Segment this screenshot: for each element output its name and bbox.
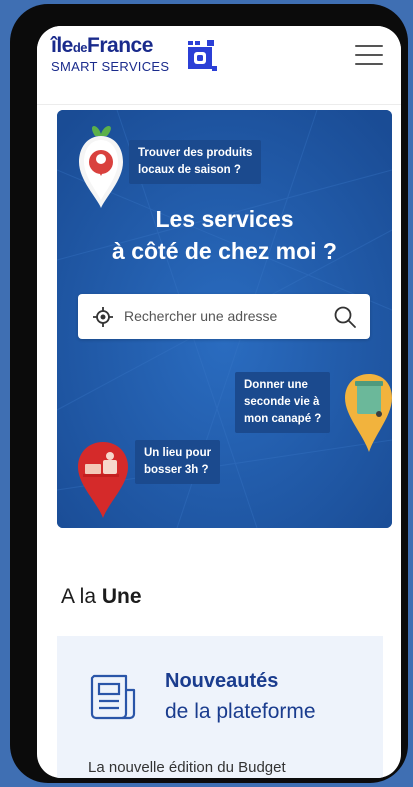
brand-tagline: SMART SERVICES — [51, 59, 170, 74]
strawberry-pin-icon — [79, 125, 123, 208]
section-title-une: A la Une — [61, 585, 142, 609]
workspace-pin-icon — [78, 442, 128, 518]
brand-name-small: de — [72, 40, 88, 55]
top-bar: îledeFrance SMART SERVICES — [37, 26, 401, 105]
hero-title-line2: à côté de chez moi ? — [112, 238, 337, 264]
address-search-input[interactable] — [124, 304, 332, 328]
bubble-produits-line2: locaux de saison ? — [138, 164, 241, 176]
hero-title: Les services à côté de chez moi ? — [57, 203, 392, 267]
newspaper-icon — [90, 674, 136, 720]
news-title-bold: Nouveautés — [165, 670, 279, 692]
brand-name-suffix: France — [87, 34, 153, 57]
phone-frame: îledeFrance SMART SERVICES Trouver des p… — [10, 4, 408, 783]
bubble-lieu: Un lieu pour bosser 3h ? — [135, 440, 221, 484]
bubble-lieu-line1: Un lieu pour — [144, 447, 212, 459]
section-title-bold: Une — [101, 585, 142, 608]
bubble-canape-line3: mon canapé ? — [244, 413, 322, 425]
hamburger-icon[interactable] — [353, 42, 385, 68]
phone-screen: îledeFrance SMART SERVICES Trouver des p… — [37, 26, 401, 778]
bubble-lieu-line2: bosser 3h ? — [144, 464, 209, 476]
recycle-bin-pin-icon — [345, 374, 392, 452]
section-title-prefix: A la — [61, 585, 102, 608]
brand-wordmark: îledeFrance — [51, 34, 153, 58]
bubble-canape-line1: Donner une — [244, 379, 308, 391]
hero-banner: Trouver des produits locaux de saison ? … — [57, 110, 392, 528]
search-icon[interactable] — [333, 305, 357, 329]
news-title-regular: de la plateforme — [165, 700, 316, 723]
crosshair-icon[interactable] — [92, 306, 114, 328]
news-card[interactable]: Nouveautés de la plateforme La nouvelle … — [57, 636, 383, 778]
hero-title-line1: Les services — [155, 206, 294, 232]
brand-name-prefix: île — [51, 34, 73, 57]
brand-logo[interactable]: îledeFrance SMART SERVICES — [51, 34, 271, 86]
bubble-canape-line2: seconde vie à — [244, 396, 320, 408]
bubble-produits-line1: Trouver des produits — [138, 147, 253, 159]
bubble-produits: Trouver des produits locaux de saison ? — [129, 140, 262, 184]
brand-mark-icon — [188, 40, 217, 71]
address-search — [78, 294, 370, 339]
bubble-canape: Donner une seconde vie à mon canapé ? — [235, 372, 331, 433]
news-excerpt: La nouvelle édition du Budget — [88, 759, 286, 776]
